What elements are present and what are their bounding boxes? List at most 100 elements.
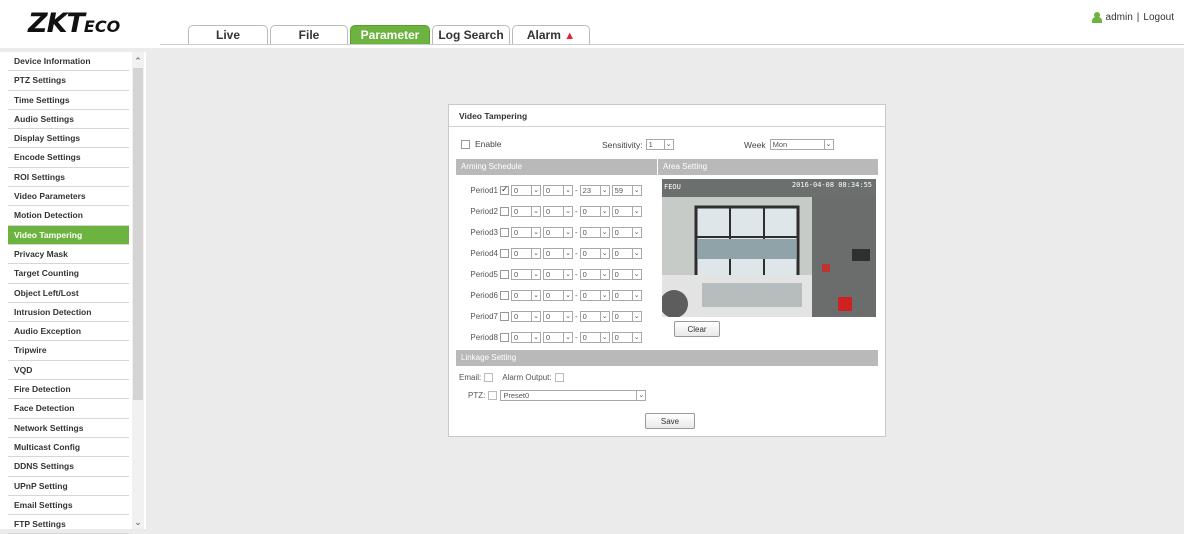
period-end-m-select[interactable]: 0 ⌄: [611, 310, 642, 322]
period-end-m-select[interactable]: 0 ⌄: [611, 289, 642, 301]
period-checkbox[interactable]: [500, 269, 509, 279]
save-button[interactable]: Save: [645, 413, 695, 429]
sidebar-item-intrusion-detection[interactable]: Intrusion Detection: [8, 303, 129, 323]
chevron-down-icon: ⌄: [531, 290, 540, 300]
period-start-m-select[interactable]: 0 ⌄: [543, 226, 573, 238]
period-row: Period6 0 ⌄ 0 ⌄ -0 ⌄ 0 ⌄: [469, 289, 642, 301]
period-end-h-select-value: 0: [582, 227, 587, 237]
period-end-m-select[interactable]: 0 ⌄: [611, 268, 642, 280]
period-start-m-select[interactable]: 0 ⌄: [543, 268, 573, 280]
period-end-h-select[interactable]: 0 ⌄: [579, 268, 610, 280]
period-end-h-select[interactable]: 0 ⌄: [579, 226, 610, 238]
period-checkbox[interactable]: [500, 248, 509, 258]
range-dash: -: [575, 269, 578, 279]
period-end-h-select-value: 0: [582, 206, 587, 216]
period-end-h-select[interactable]: 0 ⌄: [579, 289, 610, 301]
sidebar-item-video-tampering[interactable]: Video Tampering: [8, 225, 129, 245]
period-start-m-select[interactable]: 0 ⌄: [543, 205, 573, 217]
period-end-m-select-value: 0: [614, 227, 619, 237]
sensitivity-select[interactable]: 1 ⌄: [645, 139, 674, 150]
sidebar-item-network-settings[interactable]: Network Settings: [8, 419, 129, 438]
sidebar-item-time-settings[interactable]: Time Settings: [8, 91, 129, 110]
sidebar-item-privacy-mask[interactable]: Privacy Mask: [8, 245, 129, 265]
period-start-h-select[interactable]: 0 ⌄: [511, 331, 541, 343]
sidebar-item-object-left-lost[interactable]: Object Left/Lost: [8, 284, 129, 303]
period-end-h-select[interactable]: 0 ⌄: [579, 247, 610, 259]
period-end-h-select[interactable]: 0 ⌄: [579, 310, 610, 322]
period-start-h-select[interactable]: 0 ⌄: [511, 184, 541, 196]
sidebar-item-vqd[interactable]: VQD: [8, 361, 129, 381]
period-start-m-select[interactable]: 0 ⌄: [543, 310, 573, 322]
period-end-m-select[interactable]: 0 ⌄: [611, 205, 642, 217]
period-checkbox[interactable]: [500, 227, 509, 237]
week-select[interactable]: Mon ⌄: [769, 139, 834, 150]
period-start-m-select[interactable]: 0 ⌄: [543, 289, 573, 301]
period-start-h-select[interactable]: 0 ⌄: [511, 268, 541, 280]
separator: |: [1136, 12, 1140, 23]
email-checkbox[interactable]: [484, 373, 494, 382]
sidebar-scrollbar[interactable]: ⌃ ⌄: [132, 52, 144, 529]
period-label: Period1: [470, 185, 498, 195]
sidebar-item-tripwire[interactable]: Tripwire: [8, 341, 129, 361]
period-end-h-select[interactable]: 0 ⌄: [579, 205, 610, 217]
sidebar-item-video-parameters[interactable]: Video Parameters: [8, 187, 129, 207]
sidebar-item-multicast-config[interactable]: Multicast Config: [8, 438, 129, 458]
sidebar-item-motion-detection[interactable]: Motion Detection: [8, 206, 129, 226]
sidebar-item-device-information[interactable]: Device Information: [8, 52, 129, 72]
period-start-h-select[interactable]: 0 ⌄: [511, 289, 541, 301]
scroll-up-icon[interactable]: ⌃: [133, 54, 143, 68]
scroll-down-icon[interactable]: ⌄: [133, 515, 143, 529]
sidebar-item-display-settings[interactable]: Display Settings: [8, 129, 129, 149]
period-end-m-select[interactable]: 59 ⌄: [611, 184, 642, 196]
tab-file[interactable]: File: [270, 25, 348, 45]
tab-parameter[interactable]: Parameter: [350, 25, 430, 45]
period-start-m-select[interactable]: 0 ⌄: [543, 247, 573, 259]
sidebar-item-target-counting[interactable]: Target Counting: [8, 264, 129, 284]
user-icon: [1091, 12, 1102, 23]
period-start-m-select[interactable]: 0 ⌄: [543, 184, 573, 196]
sidebar-item-audio-settings[interactable]: Audio Settings: [8, 110, 129, 130]
tab-log-search[interactable]: Log Search: [432, 25, 510, 45]
range-dash: -: [575, 185, 578, 195]
ptz-preset-select[interactable]: Preset0 ⌄: [500, 390, 647, 401]
tab-alarm[interactable]: Alarm ▲: [512, 25, 590, 45]
sidebar-item-face-detection[interactable]: Face Detection: [8, 399, 129, 419]
alarm-output-checkbox[interactable]: [554, 373, 564, 382]
logout-link[interactable]: Logout: [1143, 12, 1174, 23]
top-bar: ZKTECO Live File Parameter Log Search Al…: [0, 0, 1184, 48]
period-start-m-select-value: 0: [546, 206, 551, 216]
scroll-thumb[interactable]: [133, 68, 143, 400]
period-start-h-select[interactable]: 0 ⌄: [511, 226, 541, 238]
chevron-down-icon: ⌄: [563, 311, 572, 321]
period-checkbox[interactable]: [500, 332, 509, 342]
sidebar-item-fire-detection[interactable]: Fire Detection: [8, 380, 129, 400]
period-checkbox[interactable]: [500, 290, 509, 300]
ptz-checkbox[interactable]: [488, 391, 498, 400]
period-start-h-select[interactable]: 0 ⌄: [511, 310, 541, 322]
tab-live[interactable]: Live: [188, 25, 268, 45]
period-checkbox[interactable]: [500, 206, 509, 216]
sidebar-item-audio-exception[interactable]: Audio Exception: [8, 322, 129, 342]
period-end-m-select[interactable]: 0 ⌄: [611, 226, 642, 238]
sidebar-item-encode-settings[interactable]: Encode Settings: [8, 148, 129, 168]
clear-button[interactable]: Clear: [674, 321, 720, 337]
period-end-m-select[interactable]: 0 ⌄: [611, 331, 642, 343]
sidebar-item-upnp-setting[interactable]: UPnP Setting: [8, 477, 129, 496]
period-end-m-select[interactable]: 0 ⌄: [611, 247, 642, 259]
username: admin: [1105, 12, 1133, 23]
sidebar-item-ptz-settings[interactable]: PTZ Settings: [8, 71, 129, 91]
video-preview[interactable]: FEOU 2016-04-08 08:34:55: [662, 179, 876, 317]
period-start-h-select[interactable]: 0 ⌄: [511, 247, 541, 259]
period-start-h-select[interactable]: 0 ⌄: [511, 205, 541, 217]
enable-checkbox[interactable]: [461, 139, 470, 149]
period-start-m-select[interactable]: 0 ⌄: [543, 331, 573, 343]
chevron-down-icon: ⌄: [599, 248, 609, 258]
period-end-h-select[interactable]: 23 ⌄: [579, 184, 610, 196]
period-checkbox[interactable]: [500, 184, 509, 195]
sidebar-item-roi-settings[interactable]: ROI Settings: [8, 168, 129, 188]
sidebar-item-email-settings[interactable]: Email Settings: [8, 496, 129, 516]
period-checkbox[interactable]: [500, 311, 509, 321]
sidebar-item-ftp-settings[interactable]: FTP Settings: [8, 515, 129, 534]
period-end-h-select[interactable]: 0 ⌄: [579, 331, 610, 343]
sidebar-item-ddns-settings[interactable]: DDNS Settings: [8, 457, 129, 477]
